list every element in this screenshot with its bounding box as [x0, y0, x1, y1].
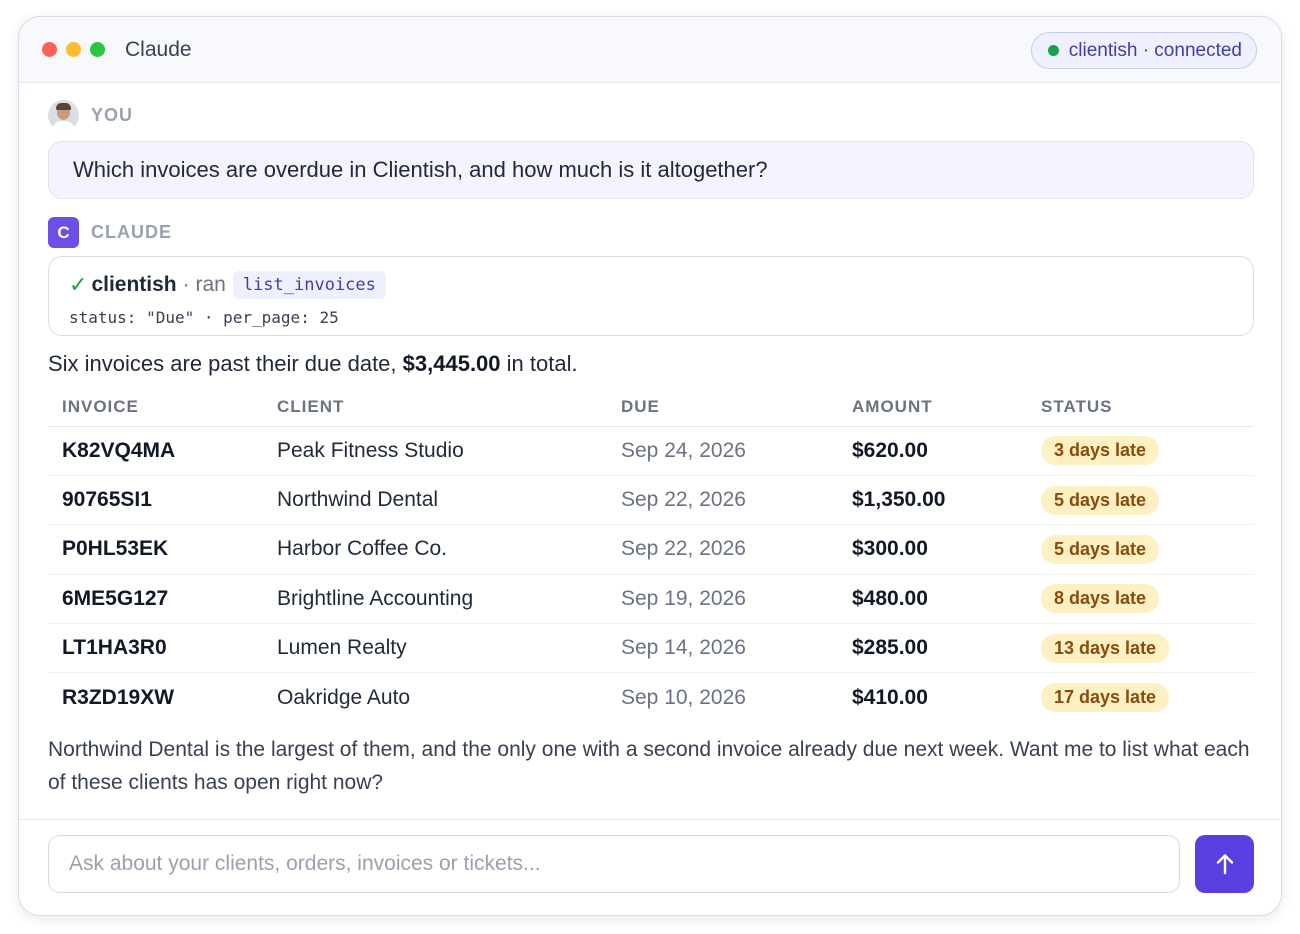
- status-cell: 5 days late: [1027, 475, 1254, 526]
- maximize-window-button[interactable]: [90, 42, 105, 57]
- tool-call-header: ✓ clientish · ran list_invoices: [69, 271, 1233, 299]
- table-header-row: INVOICE CLIENT DUE AMOUNT STATUS: [48, 389, 1254, 427]
- summary-text-before: Six invoices are past their due date,: [48, 351, 403, 376]
- client-name: Oakridge Auto: [277, 685, 411, 709]
- invoice-id: R3ZD19XW: [62, 685, 175, 709]
- message-input[interactable]: [48, 835, 1180, 893]
- assistant-role-row: C CLAUDE: [48, 217, 172, 248]
- chat-window: Claude clientish · connected YOU Which i…: [18, 16, 1282, 916]
- assistant-role-label: CLAUDE: [91, 222, 172, 242]
- invoice-id: P0HL53EK: [48, 524, 263, 575]
- status-badge: 8 days late: [1041, 584, 1160, 614]
- invoice-amount: $620.00: [838, 426, 1027, 476]
- due-date: Sep 14, 2026: [607, 623, 838, 674]
- column-header-due: DUE: [607, 389, 838, 427]
- claude-avatar: C: [48, 217, 79, 248]
- minimize-window-button[interactable]: [66, 42, 81, 57]
- client-name: Harbor Coffee Co.: [263, 524, 607, 575]
- summary-text-after: in total.: [500, 351, 578, 376]
- status-cell: 3 days late: [1027, 426, 1254, 476]
- column-header-invoice: INVOICE: [48, 389, 263, 427]
- tool-call-card[interactable]: ✓ clientish · ran list_invoices status: …: [48, 256, 1254, 336]
- overdue-invoices-table: INVOICE CLIENT DUE AMOUNT STATUS K82VQ4M…: [48, 389, 1254, 722]
- invoice-amount: $1,350.00: [838, 475, 1027, 526]
- title-bar: Claude clientish · connected: [19, 17, 1281, 83]
- client-name: Northwind Dental: [263, 475, 607, 526]
- status-cell: 13 days late: [1027, 623, 1254, 674]
- status-badge: 5 days late: [1041, 485, 1160, 515]
- table-row: LT1HA3R0 Lumen Realty Sep 14, 2026 $285.…: [48, 623, 1254, 674]
- invoice-amount: $300.00: [838, 524, 1027, 575]
- invoice-id: LT1HA3R0: [48, 623, 263, 674]
- app-title: Claude: [125, 38, 192, 61]
- table-row: 90765SI1 Northwind Dental Sep 22, 2026 $…: [48, 475, 1254, 526]
- composer-bar: [19, 819, 1281, 915]
- status-badge: 13 days late: [1041, 633, 1170, 663]
- user-avatar: [48, 100, 79, 131]
- invoice-amount: $410.00: [852, 685, 928, 709]
- client-name: Brightline Accounting: [263, 574, 607, 625]
- tool-call-arguments: status: "Due" · per_page: 25: [69, 308, 339, 327]
- tool-function-name: list_invoices: [232, 271, 386, 299]
- send-button[interactable]: [1195, 835, 1254, 893]
- summary-total: $3,445.00: [402, 351, 501, 376]
- client-name: Lumen Realty: [263, 623, 607, 674]
- user-message: Which invoices are overdue in Clientish,…: [48, 141, 1254, 199]
- status-badge: 5 days late: [1041, 534, 1160, 564]
- table-row: K82VQ4MA Peak Fitness Studio Sep 24, 202…: [48, 426, 1254, 476]
- status-cell: 8 days late: [1027, 574, 1254, 625]
- tool-ran-label: · ran: [182, 273, 226, 296]
- table-row: P0HL53EK Harbor Coffee Co. Sep 22, 2026 …: [48, 524, 1254, 575]
- due-date: Sep 19, 2026: [607, 574, 838, 625]
- assistant-followup: Northwind Dental is the largest of them,…: [48, 738, 1250, 794]
- status-badge: 3 days late: [1041, 436, 1160, 466]
- column-header-client: CLIENT: [263, 389, 607, 427]
- connected-status-icon: [1047, 45, 1059, 56]
- user-role-row: YOU: [48, 100, 133, 131]
- table-row: 6ME5G127 Brightline Accounting Sep 19, 2…: [48, 574, 1254, 625]
- invoice-id: K82VQ4MA: [48, 426, 263, 476]
- status-cell: 17 days late: [1027, 673, 1254, 722]
- connection-status-badge: clientish · connected: [1030, 32, 1257, 69]
- due-date: Sep 24, 2026: [607, 426, 838, 476]
- due-date: Sep 22, 2026: [607, 524, 838, 575]
- table-row: R3ZD19XW Oakridge Auto Sep 10, 2026 $410…: [48, 673, 1254, 722]
- due-date: Sep 22, 2026: [607, 475, 838, 526]
- invoice-amount: $285.00: [838, 623, 1027, 674]
- user-role-label: YOU: [91, 105, 134, 125]
- invoice-id: 90765SI1: [48, 475, 263, 526]
- client-name: Peak Fitness Studio: [263, 426, 607, 476]
- invoice-id: 6ME5G127: [48, 574, 263, 625]
- column-header-status: STATUS: [1027, 389, 1254, 427]
- close-window-button[interactable]: [42, 42, 57, 57]
- column-header-amount: AMOUNT: [838, 389, 1027, 427]
- status-badge: 17 days late: [1041, 683, 1170, 713]
- tool-server-name: clientish: [91, 273, 177, 296]
- due-date: Sep 10, 2026: [621, 685, 746, 709]
- arrow-up-icon: [1216, 854, 1233, 875]
- invoice-amount: $480.00: [838, 574, 1027, 625]
- checkmark-icon: ✓: [69, 272, 88, 297]
- assistant-summary: Six invoices are past their due date, $3…: [48, 351, 578, 377]
- status-cell: 5 days late: [1027, 524, 1254, 575]
- connection-status-label: clientish · connected: [1068, 39, 1242, 61]
